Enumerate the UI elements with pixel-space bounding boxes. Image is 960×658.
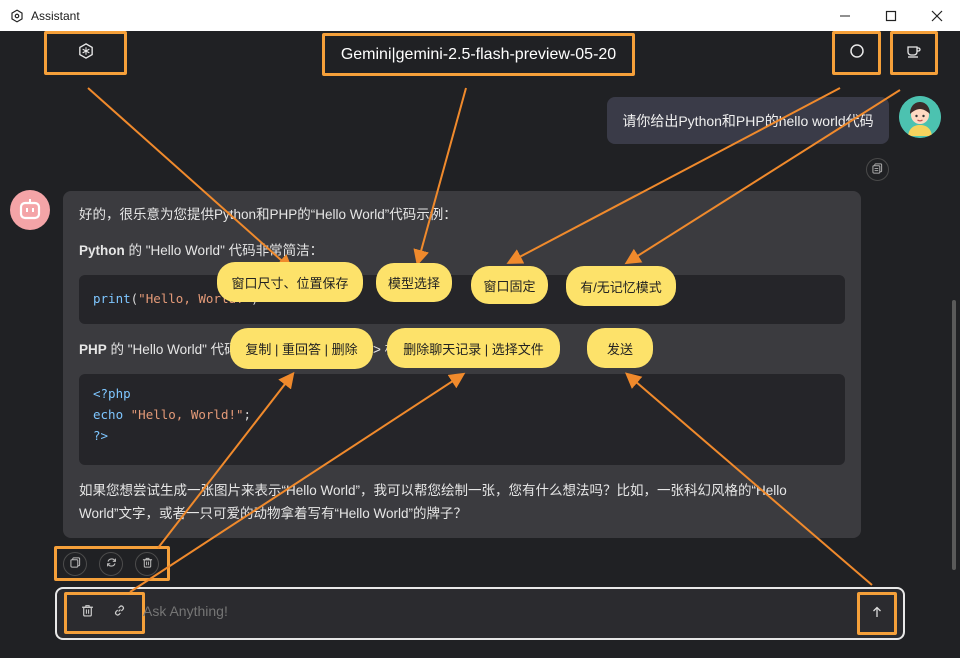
python-heading: Python 的 "Hello World" 代码非常简洁：: [79, 239, 323, 262]
window-pin-button[interactable]: [832, 31, 881, 75]
code-php-line3: ?>: [93, 428, 109, 443]
window-titlebar: Assistant: [0, 0, 960, 31]
php-code-block: <?php echo "Hello, World!"; ?>: [79, 374, 845, 465]
refresh-icon: [106, 555, 117, 573]
memory-mode-button[interactable]: [890, 31, 938, 75]
minimize-button[interactable]: [822, 0, 868, 31]
openai-logo-icon: [77, 42, 95, 65]
copy-message-button[interactable]: [63, 552, 87, 576]
python-heading-rest: 的 "Hello World" 代码非常简洁：: [124, 243, 324, 258]
close-button[interactable]: [914, 0, 960, 31]
model-selector[interactable]: Gemini|gemini-2.5-flash-preview-05-20: [322, 33, 635, 76]
app-logo-icon: [9, 8, 25, 24]
coffee-cup-icon: [906, 43, 922, 64]
assistant-outro-text: 如果您想尝试生成一张图片来表示“Hello World”，我可以帮您绘制一张，您…: [79, 483, 787, 521]
code-php-echo: echo: [93, 407, 124, 422]
send-button[interactable]: [857, 592, 897, 635]
user-message-text: 请你给出Python和PHP的hello world代码: [622, 112, 874, 129]
attach-file-button[interactable]: [109, 603, 129, 623]
callout-window-pin: 窗口固定: [471, 266, 548, 304]
window-save-button[interactable]: [44, 31, 127, 75]
callout-clear-file: 删除聊天记录 | 选择文件: [387, 328, 560, 368]
copy-user-message-button[interactable]: [866, 158, 889, 181]
user-message-bubble: 请你给出Python和PHP的hello world代码: [607, 97, 889, 144]
chat-input[interactable]: [143, 603, 743, 619]
python-heading-bold: Python: [79, 243, 125, 258]
python-code-block: print("Hello, World!"): [79, 275, 845, 324]
code-php-line1: <?php: [93, 386, 131, 401]
php-heading-bold: PHP: [79, 342, 107, 357]
arrow-up-icon: [871, 605, 883, 623]
window-title: Assistant: [31, 8, 80, 23]
callout-send: 发送: [587, 328, 653, 368]
user-avatar-icon: [899, 96, 941, 138]
robot-avatar-icon: [10, 190, 50, 230]
delete-message-button[interactable]: [135, 552, 159, 576]
trash-icon: [142, 555, 153, 573]
clear-history-button[interactable]: [77, 603, 97, 623]
code-php-string: "Hello, World!": [130, 407, 244, 422]
scrollbar[interactable]: [952, 300, 956, 570]
maximize-button[interactable]: [868, 0, 914, 31]
assistant-intro-text: 好的，很乐意为您提供Python和PHP的“Hello World”代码示例：: [79, 207, 457, 222]
link-icon: [113, 604, 126, 622]
copy-icon: [872, 161, 883, 179]
trash-icon: [81, 604, 94, 622]
callout-memory-mode: 有/无记忆模式: [566, 266, 676, 306]
callout-model-select: 模型选择: [376, 263, 452, 302]
regenerate-button[interactable]: [99, 552, 123, 576]
callout-copy-retry-delete: 复制 | 重回答 | 删除: [230, 328, 373, 369]
callout-window-save: 窗口尺寸、位置保存: [217, 262, 363, 302]
circle-pin-icon: [849, 43, 865, 64]
model-label: Gemini|gemini-2.5-flash-preview-05-20: [340, 45, 617, 63]
copy-icon: [69, 555, 81, 573]
code-python-fn: print: [93, 291, 131, 306]
code-php-semicolon: ;: [243, 407, 252, 422]
